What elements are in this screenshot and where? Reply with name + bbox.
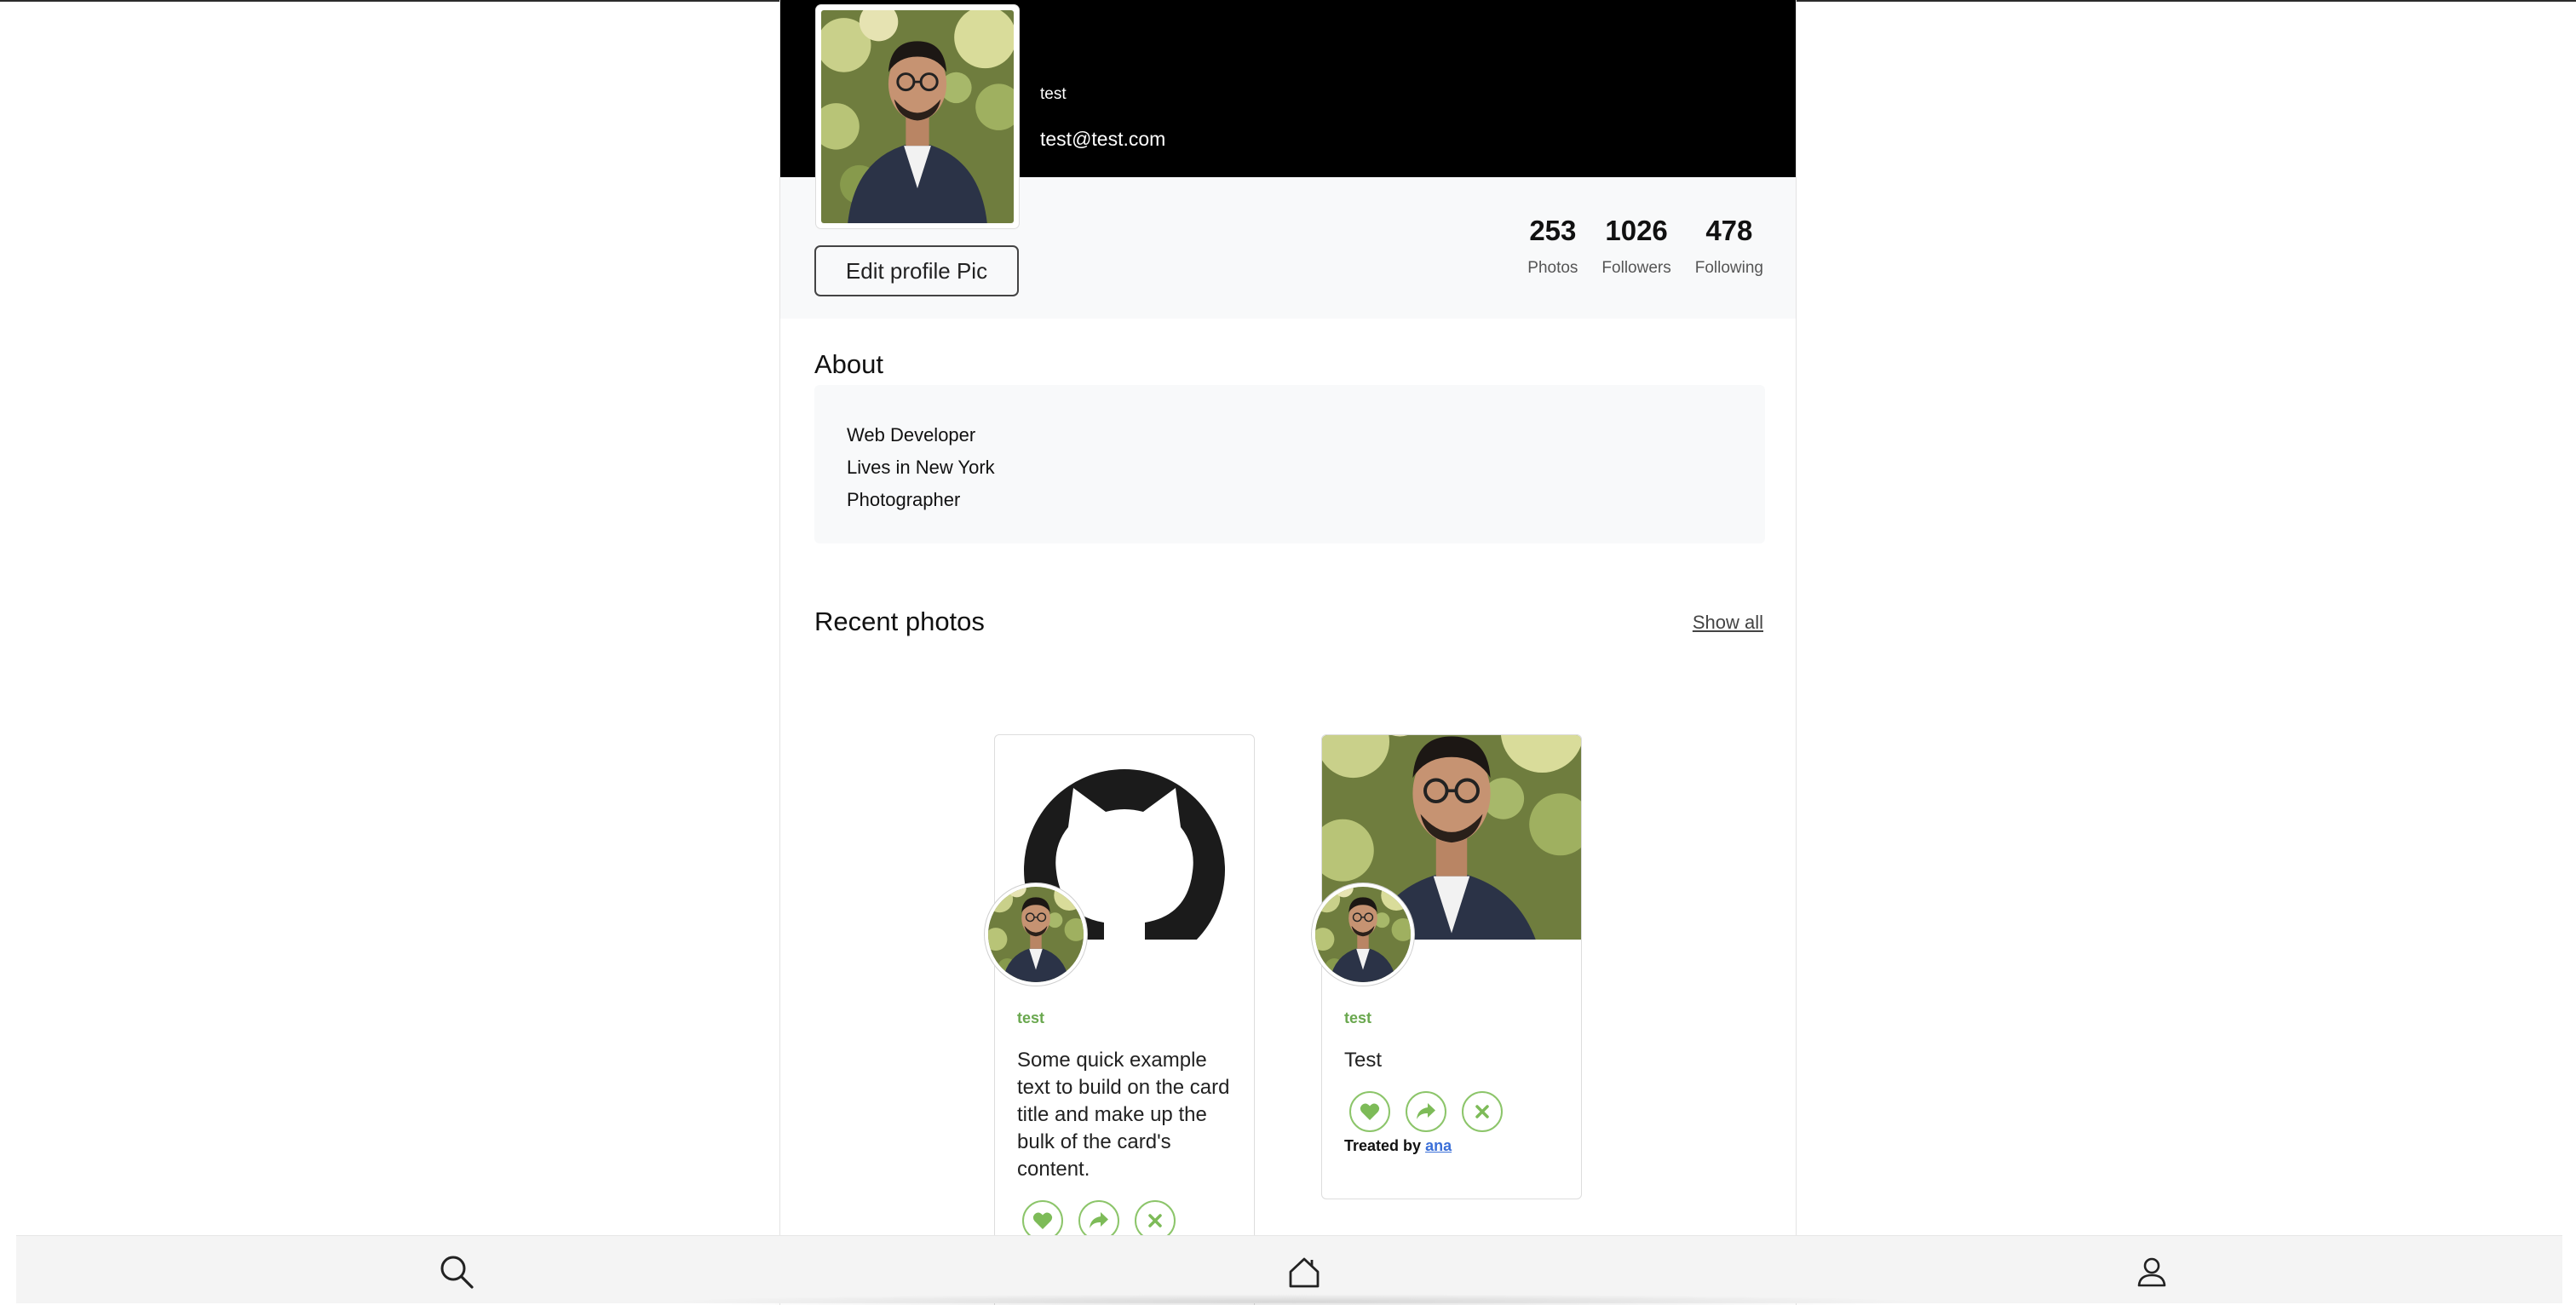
share-icon bbox=[1417, 1103, 1435, 1119]
nav-profile[interactable] bbox=[2133, 1253, 2171, 1291]
search-icon bbox=[440, 1256, 474, 1289]
home-icon bbox=[1289, 1257, 1320, 1288]
about-line: Lives in New York bbox=[847, 457, 995, 478]
about-box: Web Developer Lives in New York Photogra… bbox=[814, 385, 1765, 543]
profile-username: test bbox=[1040, 85, 1067, 103]
nav-shadow bbox=[664, 1294, 1924, 1305]
card-avatar-image bbox=[988, 887, 1084, 982]
stat-following-value: 478 bbox=[1705, 215, 1753, 246]
heart-icon bbox=[1360, 1103, 1380, 1120]
stat-photos-value: 253 bbox=[1529, 215, 1577, 246]
stat-following: 478 Following bbox=[1695, 215, 1763, 278]
about-heading: About bbox=[814, 349, 884, 379]
close-icon bbox=[1148, 1214, 1162, 1227]
recent-photos-heading: Recent photos bbox=[814, 607, 985, 636]
stat-followers-value: 1026 bbox=[1605, 215, 1668, 246]
close-icon bbox=[1475, 1105, 1489, 1118]
card-avatar bbox=[1312, 883, 1414, 986]
bottom-nav bbox=[16, 1235, 2562, 1305]
about-line: Web Developer bbox=[847, 424, 976, 446]
treated-by: Treated by ana bbox=[1344, 1137, 1452, 1155]
stat-photos: 253 Photos bbox=[1527, 215, 1578, 278]
treated-by-label: Treated by bbox=[1344, 1137, 1422, 1154]
nav-home[interactable] bbox=[1285, 1253, 1323, 1291]
card-actions bbox=[1349, 1091, 1503, 1132]
stat-followers: 1026 Followers bbox=[1601, 215, 1670, 278]
profile-page: test test@test.com Edit profile Pic 253 … bbox=[779, 0, 1797, 1305]
card-avatar-image bbox=[1315, 887, 1411, 982]
nav-search[interactable] bbox=[438, 1253, 475, 1291]
photo-card: test Some quick example text to build on… bbox=[985, 734, 1255, 1305]
treated-by-user-link[interactable]: ana bbox=[1425, 1137, 1452, 1154]
stat-following-label: Following bbox=[1694, 259, 1763, 277]
stat-followers-label: Followers bbox=[1601, 259, 1671, 277]
card-text: Test bbox=[1344, 1049, 1383, 1072]
dismiss-button[interactable] bbox=[1462, 1091, 1503, 1132]
show-all-link[interactable]: Show all bbox=[1693, 612, 1763, 634]
photo-card: test Test Treated by ana bbox=[1312, 734, 1582, 1199]
about-line: Photographer bbox=[847, 489, 961, 510]
user-icon bbox=[2137, 1257, 2166, 1287]
card-username[interactable]: test bbox=[1017, 1009, 1044, 1027]
heart-icon bbox=[1032, 1212, 1053, 1229]
card-avatar bbox=[985, 883, 1087, 986]
profile-avatar bbox=[816, 5, 1019, 228]
card-text: Some quick example text to build on the … bbox=[1017, 1049, 1230, 1181]
profile-stats: 253 Photos 1026 Followers 478 Following bbox=[1527, 215, 1763, 278]
edit-profile-pic-button[interactable]: Edit profile Pic bbox=[814, 245, 1019, 296]
profile-email: test@test.com bbox=[1040, 128, 1166, 150]
card-username[interactable]: test bbox=[1344, 1009, 1371, 1027]
like-button[interactable] bbox=[1349, 1091, 1390, 1132]
stat-photos-label: Photos bbox=[1527, 259, 1578, 277]
share-button[interactable] bbox=[1406, 1091, 1446, 1132]
share-icon bbox=[1090, 1212, 1108, 1228]
profile-photo-image bbox=[821, 10, 1014, 223]
